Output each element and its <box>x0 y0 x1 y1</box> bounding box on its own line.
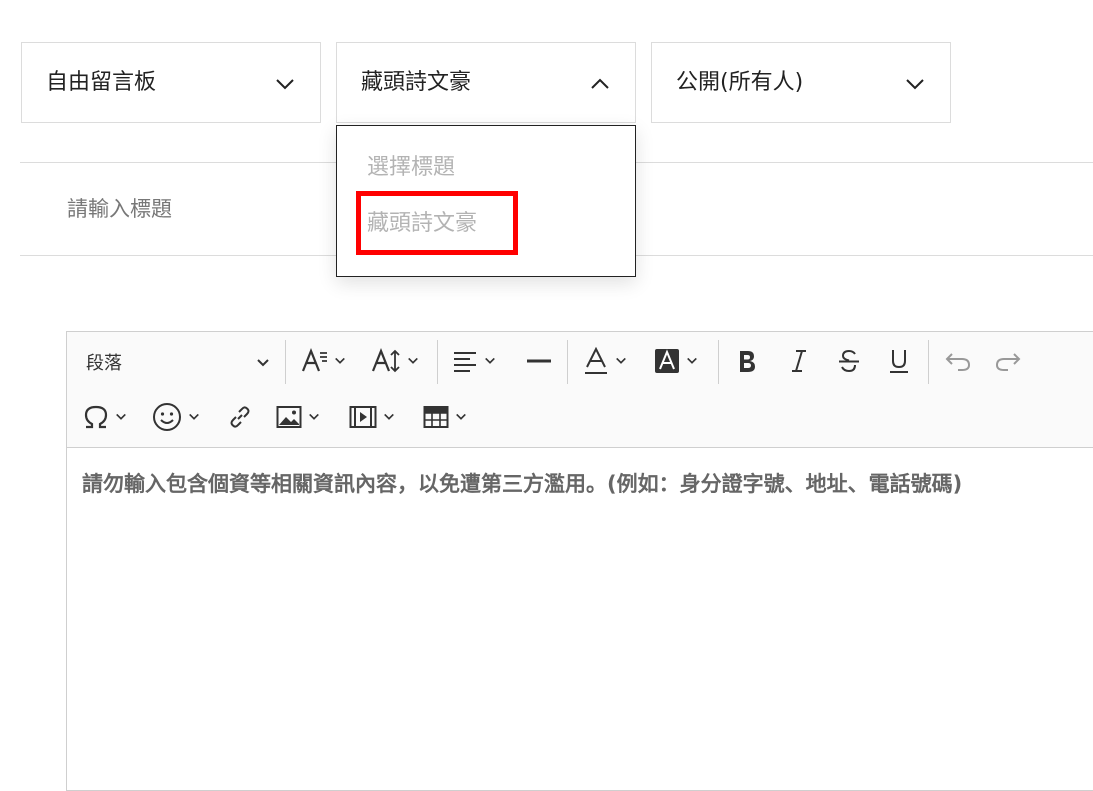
editor-toolbar: 段落 <box>67 332 1093 448</box>
dropdown-option-choose-title[interactable]: 選擇標題 <box>367 154 455 182</box>
undo-icon <box>945 353 971 371</box>
editor-content-placeholder[interactable]: 請勿輸入包含個資等相關資訊內容，以免遭第三方濫用。(例如：身分證字號、地址、電話… <box>82 470 962 498</box>
redo-icon <box>995 353 1021 371</box>
bold-button[interactable] <box>735 348 759 374</box>
special-char-icon <box>84 405 108 429</box>
toolbar-separator <box>928 340 929 384</box>
font-color-button[interactable] <box>583 347 627 375</box>
topic-select[interactable]: 藏頭詩文豪 <box>336 42 636 123</box>
italic-icon <box>792 350 806 372</box>
paragraph-format-label: 段落 <box>86 353 122 374</box>
emoji-button[interactable] <box>152 402 200 432</box>
toolbar-separator <box>718 340 719 384</box>
font-size-icon <box>301 348 327 372</box>
special-char-button[interactable] <box>83 404 127 430</box>
horizontal-line-button[interactable] <box>525 348 553 374</box>
line-height-icon <box>371 348 400 373</box>
visibility-select[interactable]: 公開(所有人) <box>651 42 951 123</box>
chevron-down-icon <box>616 357 626 364</box>
table-button[interactable] <box>423 405 467 429</box>
chevron-down-icon <box>335 357 345 364</box>
image-button[interactable] <box>276 405 320 429</box>
chevron-down-icon <box>116 413 126 420</box>
board-select-value: 自由留言板 <box>46 70 157 95</box>
bold-icon <box>740 351 755 372</box>
chevron-down-icon <box>189 413 199 420</box>
topic-dropdown-list: 選擇標題 藏頭詩文豪 <box>336 125 636 277</box>
background-color-button[interactable] <box>654 348 698 374</box>
chevron-down-icon <box>456 413 466 420</box>
strikethrough-icon <box>839 349 859 373</box>
strikethrough-button[interactable] <box>837 348 861 374</box>
align-button[interactable] <box>452 348 496 374</box>
chevron-down-icon <box>408 357 418 364</box>
topic-select-value: 藏頭詩文豪 <box>361 70 472 95</box>
chevron-down-icon <box>906 79 924 90</box>
chevron-down-icon <box>485 357 495 364</box>
chevron-down-icon <box>384 413 394 420</box>
chevron-down-icon <box>309 413 319 420</box>
media-icon <box>349 406 377 428</box>
link-icon <box>230 406 250 428</box>
horizontal-line-icon <box>527 359 551 363</box>
link-button[interactable] <box>227 404 253 430</box>
rich-text-editor: 段落 請勿輸入包含個資等相關資訊內容，以免遭第三方濫用。(例如：身分證字號、地址… <box>66 331 1093 791</box>
chevron-down-icon <box>257 359 269 367</box>
undo-button[interactable] <box>944 348 972 374</box>
line-height-button[interactable] <box>371 347 419 375</box>
font-color-icon <box>585 347 607 374</box>
chevron-down-icon <box>687 357 697 364</box>
chevron-up-icon <box>591 78 609 89</box>
underline-icon <box>890 350 908 373</box>
table-icon <box>423 406 449 428</box>
toolbar-separator <box>567 340 568 384</box>
toolbar-separator <box>285 340 286 384</box>
paragraph-format-dropdown[interactable]: 段落 <box>86 346 270 378</box>
highlight-box <box>356 191 518 255</box>
board-select[interactable]: 自由留言板 <box>21 42 321 123</box>
visibility-select-value: 公開(所有人) <box>676 70 804 95</box>
image-icon <box>276 406 302 428</box>
font-size-button[interactable] <box>300 347 346 375</box>
emoji-icon <box>153 403 181 431</box>
background-color-icon <box>655 349 679 373</box>
italic-button[interactable] <box>787 348 811 374</box>
media-button[interactable] <box>349 405 395 429</box>
chevron-down-icon <box>276 79 294 90</box>
align-left-icon <box>454 352 476 372</box>
redo-button[interactable] <box>994 348 1022 374</box>
underline-button[interactable] <box>887 348 911 374</box>
toolbar-separator <box>437 340 438 384</box>
